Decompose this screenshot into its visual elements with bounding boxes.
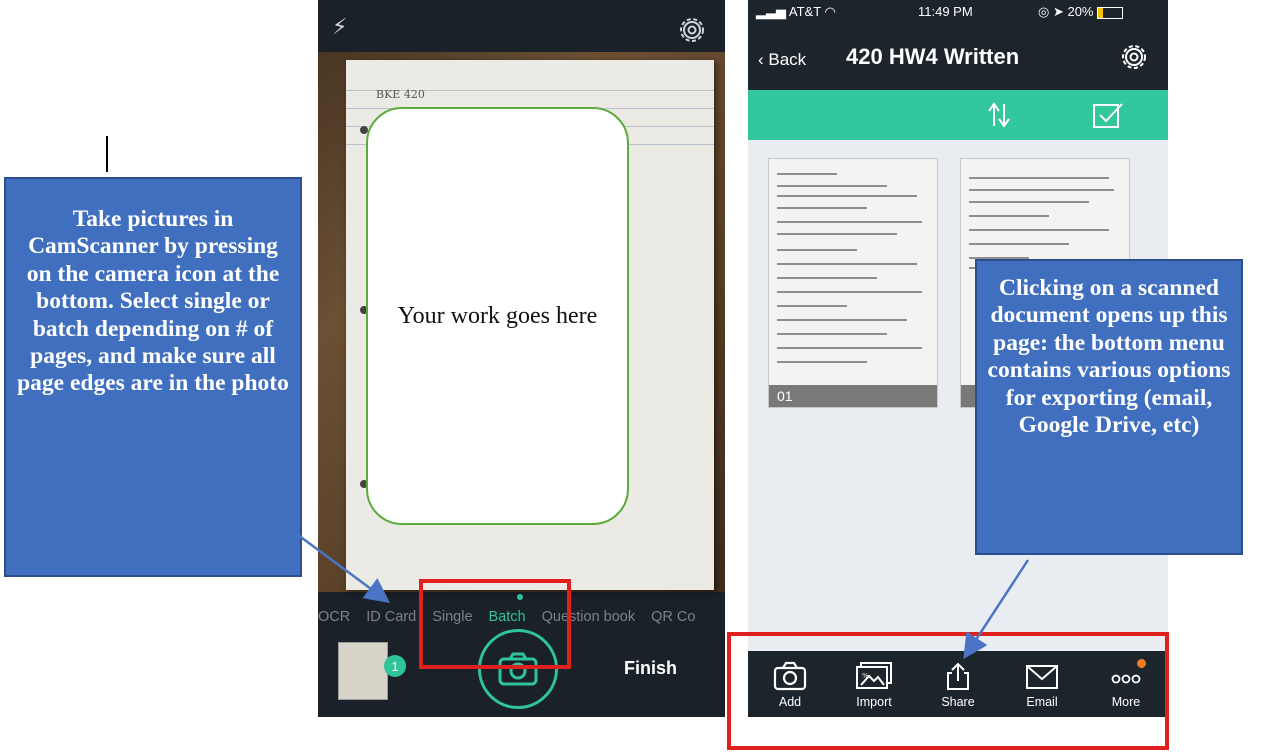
settings-gear-icon[interactable] <box>1118 41 1150 73</box>
text-cursor <box>106 136 108 172</box>
paper-handwriting: BKE 420 <box>376 88 425 101</box>
signal-carrier: ▂▃▅ AT&T ◠ <box>756 4 836 19</box>
document-toolbar <box>748 90 1168 140</box>
status-bar: ▂▃▅ AT&T ◠ 11:49 PM ◎ ➤ 20% <box>748 0 1168 24</box>
status-time: 11:49 PM <box>918 4 973 19</box>
scanned-page-thumbnail[interactable]: 01 <box>768 158 938 408</box>
highlight-export-menu <box>727 632 1169 750</box>
navigation-bar: ‹ Back 420 HW4 Written <box>748 24 1168 90</box>
reorder-pages-icon[interactable] <box>984 100 1014 130</box>
flash-off-icon[interactable]: ⚡︎ <box>332 14 347 40</box>
settings-gear-icon[interactable] <box>676 14 708 46</box>
work-placeholder-card: Your work goes here <box>366 107 629 525</box>
page-number-label: 01 <box>769 385 937 407</box>
status-battery: ◎ ➤ 20% <box>1038 4 1124 20</box>
callout-camera-instructions: Take pictures in CamScanner by pressing … <box>4 177 302 577</box>
callout-export-instructions: Clicking on a scanned document opens up … <box>975 259 1243 555</box>
last-scan-thumbnail[interactable] <box>338 642 388 700</box>
mode-qr-code[interactable]: QR Co <box>651 609 695 625</box>
mode-id-card[interactable]: ID Card <box>366 609 416 625</box>
mode-ocr[interactable]: OCR <box>318 609 350 625</box>
select-checkbox-icon[interactable] <box>1092 101 1124 129</box>
document-title: 420 HW4 Written <box>846 44 1020 69</box>
placeholder-text: Your work goes here <box>397 303 598 329</box>
scan-count-badge: 1 <box>384 655 406 677</box>
highlight-batch-mode <box>419 579 571 669</box>
back-button[interactable]: ‹ Back <box>758 50 806 70</box>
finish-button[interactable]: Finish <box>624 658 677 679</box>
